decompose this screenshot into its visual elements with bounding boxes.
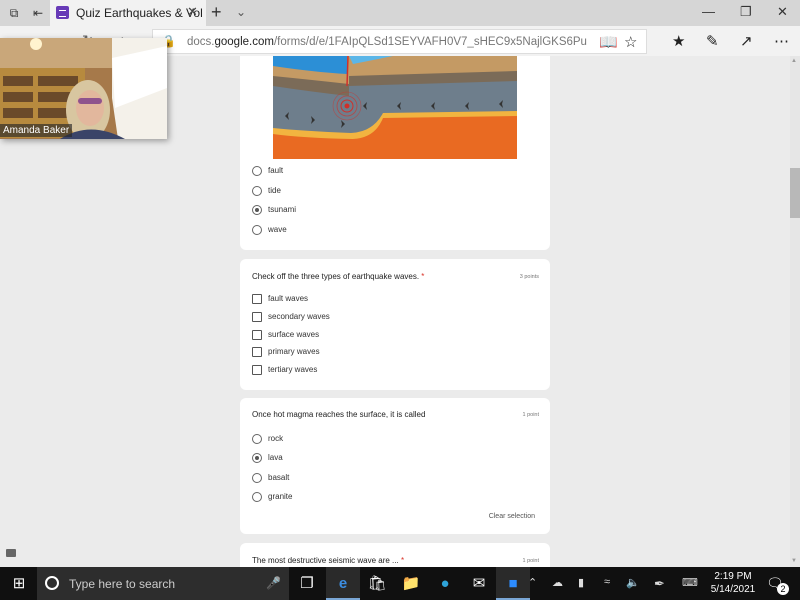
- scroll-thumb[interactable]: [790, 168, 800, 218]
- url-text[interactable]: docs.google.com/forms/d/e/1FAIpQLSd1SEYV…: [187, 36, 587, 48]
- windows-start-icon[interactable]: ⊞: [2, 567, 36, 600]
- option-label: tsunami: [268, 205, 297, 214]
- option-label: basalt: [268, 473, 290, 482]
- wifi-icon[interactable]: ≈: [604, 576, 610, 588]
- taskbar-search[interactable]: Type here to search 🎤: [37, 567, 289, 600]
- file-explorer-icon[interactable]: 📁: [394, 567, 428, 600]
- browser-tab-bar: ⧉ ⇤ Quiz Earthquakes & Vol ✕ + ⌄ — ❐ ✕: [0, 0, 800, 26]
- clock-date: 5/14/2021: [710, 584, 756, 595]
- checkbox[interactable]: [252, 347, 262, 357]
- pen-notes-icon[interactable]: ✎: [706, 32, 719, 50]
- feedback-icon[interactable]: [6, 549, 16, 557]
- option-label: rock: [268, 434, 284, 443]
- mail-icon[interactable]: ✉: [462, 567, 496, 600]
- option-label: wave: [268, 225, 287, 234]
- clock-time: 2:19 PM: [714, 571, 752, 582]
- checkbox[interactable]: [252, 312, 262, 322]
- favorites-list-icon[interactable]: ★: [672, 32, 685, 50]
- question-image: [273, 56, 517, 159]
- store-icon[interactable]: 🛍: [360, 567, 394, 600]
- minimize-icon[interactable]: —: [702, 4, 715, 19]
- cortana-icon: [45, 576, 59, 590]
- search-input[interactable]: Type here to search: [69, 577, 175, 591]
- option-label: tide: [268, 186, 281, 195]
- microphone-icon[interactable]: 🎤: [266, 576, 281, 590]
- option-label: tertiary waves: [268, 365, 318, 374]
- clear-selection-button[interactable]: Clear selection: [489, 513, 535, 520]
- question-card-1: fault tide tsunami wave: [240, 56, 550, 250]
- onedrive-icon[interactable]: ☁: [552, 576, 563, 589]
- notification-count-badge: 2: [777, 583, 789, 595]
- option-label: primary waves: [268, 347, 320, 356]
- radio-button[interactable]: [252, 473, 262, 483]
- task-view-icon[interactable]: ❐: [290, 567, 324, 600]
- close-window-icon[interactable]: ✕: [777, 4, 788, 20]
- radio-button[interactable]: [252, 225, 262, 235]
- volume-icon[interactable]: 🔈: [626, 576, 640, 589]
- checkbox[interactable]: [252, 330, 262, 340]
- edge-legacy-icon[interactable]: e: [326, 567, 360, 600]
- address-bar[interactable]: 🔒 docs.google.com/forms/d/e/1FAIpQLSd1SE…: [152, 29, 647, 54]
- radio-button-selected[interactable]: [252, 205, 262, 215]
- option-label: lava: [268, 453, 283, 462]
- scroll-up-icon[interactable]: ▲: [791, 58, 797, 64]
- option-label: fault: [268, 166, 284, 175]
- radio-button-selected[interactable]: [252, 453, 262, 463]
- set-aside-tabs-icon[interactable]: ⇤: [30, 5, 46, 21]
- question-points: 1 point: [522, 558, 539, 564]
- google-forms-icon: [56, 6, 69, 19]
- tab-title: Quiz Earthquakes & Vol: [76, 6, 203, 20]
- participant-name: Amanda Baker: [0, 124, 73, 137]
- required-mark: *: [400, 556, 405, 565]
- more-options-icon[interactable]: ⋯: [774, 32, 789, 50]
- radio-button[interactable]: [252, 186, 262, 196]
- option-label: secondary waves: [268, 312, 330, 321]
- radio-button[interactable]: [252, 434, 262, 444]
- question-points: 3 points: [519, 274, 539, 280]
- question-card-3: Once hot magma reaches the surface, it i…: [240, 398, 550, 534]
- option-label: surface waves: [268, 330, 320, 339]
- share-icon[interactable]: ↗: [740, 32, 753, 50]
- question-card-2: Check off the three types of earthquake …: [240, 259, 550, 390]
- checkbox[interactable]: [252, 294, 262, 304]
- checkbox[interactable]: [252, 365, 262, 375]
- radio-button[interactable]: [252, 166, 262, 176]
- tab-manager-icon[interactable]: ⧉: [6, 5, 22, 21]
- show-hidden-icons-chevron[interactable]: ⌃: [528, 576, 537, 589]
- touch-keyboard-icon[interactable]: ⌨: [682, 576, 698, 589]
- new-tab-icon[interactable]: +: [211, 2, 222, 23]
- video-call-overlay[interactable]: Amanda Baker: [0, 38, 167, 139]
- restore-icon[interactable]: ❐: [740, 4, 752, 20]
- tab-quiz[interactable]: Quiz Earthquakes & Vol ✕: [50, 0, 206, 26]
- required-mark: *: [421, 272, 425, 281]
- radio-button[interactable]: [252, 492, 262, 502]
- question-card-4: The most destructive seismic wave are ..…: [240, 543, 550, 567]
- question-title: The most destructive seismic wave are ..…: [252, 556, 405, 565]
- option-label: granite: [268, 492, 293, 501]
- battery-icon[interactable]: ▮: [578, 576, 584, 589]
- option-label: fault waves: [268, 294, 309, 303]
- question-title: Once hot magma reaches the surface, it i…: [252, 410, 426, 419]
- close-tab-icon[interactable]: ✕: [187, 4, 198, 20]
- chevron-down-icon[interactable]: ⌄: [236, 5, 246, 19]
- question-title: Check off the three types of earthquake …: [252, 272, 425, 281]
- earthquake-diagram: [273, 56, 517, 159]
- windows-taskbar: ⊞ Type here to search 🎤 ❐ e 🛍 📁 ● ✉ ■ ⌃ …: [0, 567, 800, 600]
- question-points: 1 point: [522, 412, 539, 418]
- page-scrollbar[interactable]: ▲ ▼: [790, 56, 800, 567]
- favorite-star-icon[interactable]: ☆: [624, 33, 637, 51]
- zoom-app-icon[interactable]: ■: [496, 567, 530, 600]
- scroll-down-icon[interactable]: ▼: [791, 558, 797, 564]
- taskbar-clock[interactable]: 2:19 PM 5/14/2021: [706, 570, 760, 596]
- edge-chromium-icon[interactable]: ●: [428, 567, 462, 600]
- pen-workspace-icon[interactable]: ✒: [654, 576, 665, 592]
- reading-view-icon[interactable]: 📖: [599, 33, 618, 51]
